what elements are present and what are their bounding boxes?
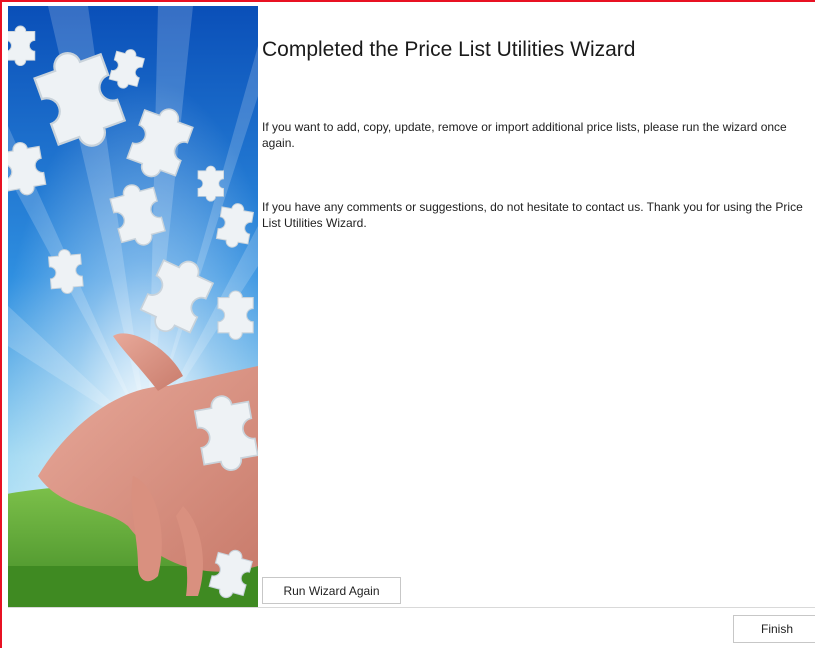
window-border-top bbox=[0, 0, 815, 2]
puzzle-hand-illustration bbox=[8, 6, 258, 607]
wizard-footer bbox=[2, 608, 815, 648]
info-paragraph-rerun: If you want to add, copy, update, remove… bbox=[262, 120, 787, 150]
info-paragraph-thanks: If you have any comments or suggestions,… bbox=[262, 200, 803, 230]
wizard-content-pane: Completed the Price List Utilities Wizar… bbox=[262, 6, 815, 607]
window-border-left bbox=[0, 0, 2, 648]
run-wizard-again-button[interactable]: Run Wizard Again bbox=[262, 577, 401, 604]
wizard-banner-image bbox=[8, 6, 258, 607]
page-title: Completed the Price List Utilities Wizar… bbox=[262, 38, 636, 61]
finish-button[interactable]: Finish bbox=[733, 615, 815, 643]
